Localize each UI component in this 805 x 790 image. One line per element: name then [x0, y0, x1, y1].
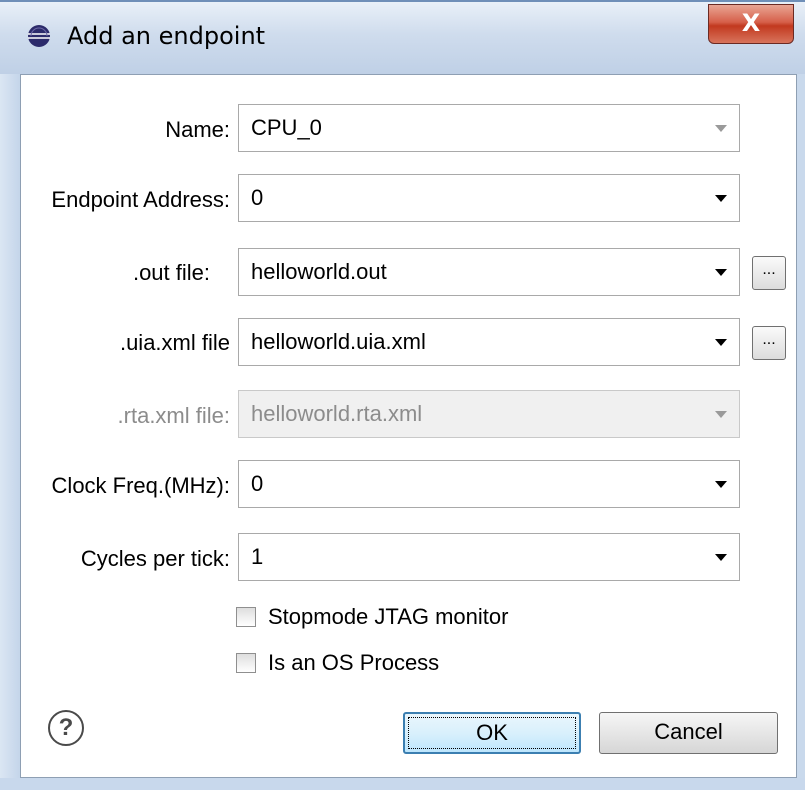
endpoint-address-label: Endpoint Address:	[51, 187, 230, 212]
uia-xml-file-browse-button[interactable]: ...	[752, 326, 786, 360]
out-file-combo[interactable]: helloworld.out	[238, 248, 740, 296]
clock-freq-label: Clock Freq.(MHz):	[51, 473, 230, 498]
cycles-per-tick-value: 1	[251, 544, 264, 569]
name-label: Name:	[165, 117, 230, 142]
chevron-down-icon[interactable]	[715, 481, 727, 488]
ok-button-label: OK	[476, 720, 508, 745]
clock-freq-combo[interactable]: 0	[238, 460, 740, 508]
uia-xml-file-value: helloworld.uia.xml	[251, 329, 426, 354]
rta-xml-file-combo: helloworld.rta.xml	[238, 390, 740, 438]
name-value: CPU_0	[251, 115, 322, 140]
close-button[interactable]: X	[708, 4, 794, 44]
window-frame-left	[0, 74, 20, 790]
add-endpoint-dialog: Add an endpoint X Name: CPU_0 Endpoint A…	[0, 0, 805, 790]
close-icon: X	[741, 9, 761, 37]
cycles-per-tick-label: Cycles per tick:	[80, 546, 230, 571]
eclipse-icon	[28, 25, 50, 47]
os-process-checkbox[interactable]	[236, 653, 256, 673]
chevron-down-icon[interactable]	[715, 195, 727, 202]
uia-xml-file-combo[interactable]: helloworld.uia.xml	[238, 318, 740, 366]
window-frame-bottom	[0, 778, 805, 790]
stopmode-jtag-checkbox[interactable]	[236, 607, 256, 627]
chevron-down-icon[interactable]	[715, 339, 727, 346]
window-frame-right	[797, 74, 805, 790]
uia-xml-file-label: .uia.xml file	[119, 330, 230, 355]
window-title: Add an endpoint	[67, 22, 266, 50]
chevron-down-icon[interactable]	[715, 125, 727, 132]
title-bar[interactable]: Add an endpoint X	[0, 0, 805, 74]
out-file-browse-button[interactable]: ...	[752, 256, 786, 290]
rta-xml-file-value: helloworld.rta.xml	[251, 401, 423, 426]
ok-button[interactable]: OK	[403, 712, 581, 754]
endpoint-address-value: 0	[251, 185, 264, 210]
rta-xml-file-label: .rta.xml file:	[117, 403, 230, 428]
out-file-value: helloworld.out	[251, 259, 387, 284]
cycles-per-tick-combo[interactable]: 1	[238, 533, 740, 581]
cancel-button[interactable]: Cancel	[599, 712, 778, 754]
chevron-down-icon	[715, 411, 727, 418]
stopmode-jtag-label[interactable]: Stopmode JTAG monitor	[268, 604, 508, 630]
chevron-down-icon[interactable]	[715, 554, 727, 561]
chevron-down-icon[interactable]	[715, 269, 727, 276]
name-combo[interactable]: CPU_0	[238, 104, 740, 152]
help-icon[interactable]: ?	[48, 710, 84, 746]
endpoint-address-combo[interactable]: 0	[238, 174, 740, 222]
out-file-label: .out file:	[132, 260, 210, 285]
clock-freq-value: 0	[251, 471, 264, 496]
os-process-label[interactable]: Is an OS Process	[268, 650, 439, 676]
